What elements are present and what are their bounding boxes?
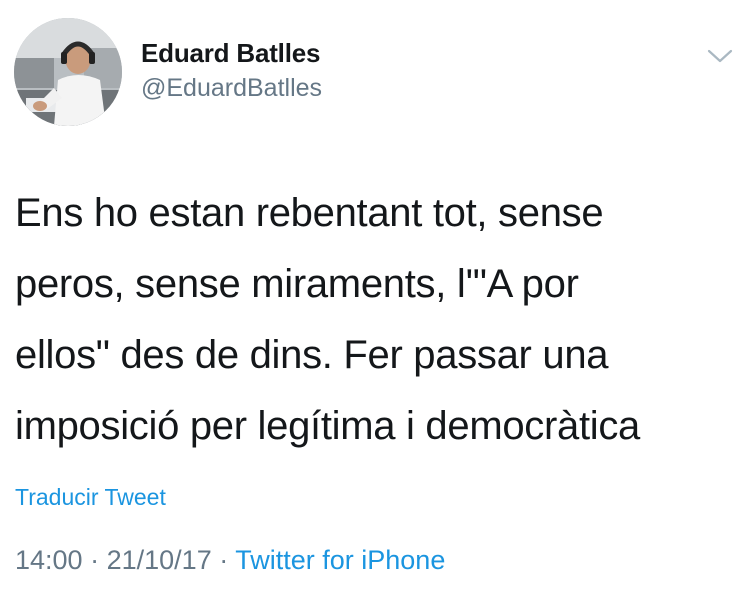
meta-separator: · [219,545,229,575]
tweet-meta: 14:00 · 21/10/17 · Twitter for iPhone [15,545,445,576]
tweet-time: 14:00 [15,545,83,575]
chevron-down-icon[interactable] [707,48,733,64]
author-block[interactable]: Eduard Batlles @EduardBatlles [141,38,322,104]
avatar-photo [14,18,122,126]
avatar[interactable] [14,18,122,126]
tweet-source-link[interactable]: Twitter for iPhone [235,545,445,575]
author-handle[interactable]: @EduardBatlles [141,72,322,104]
tweet-date: 21/10/17 [106,545,212,575]
tweet-text: Ens ho estan rebentant tot, sense peros,… [15,191,641,448]
meta-separator: · [90,545,100,575]
tweet-card: Eduard Batlles @EduardBatlles Ens ho est… [0,0,747,599]
author-display-name[interactable]: Eduard Batlles [141,38,322,68]
translate-tweet-link[interactable]: Traducir Tweet [15,484,166,511]
